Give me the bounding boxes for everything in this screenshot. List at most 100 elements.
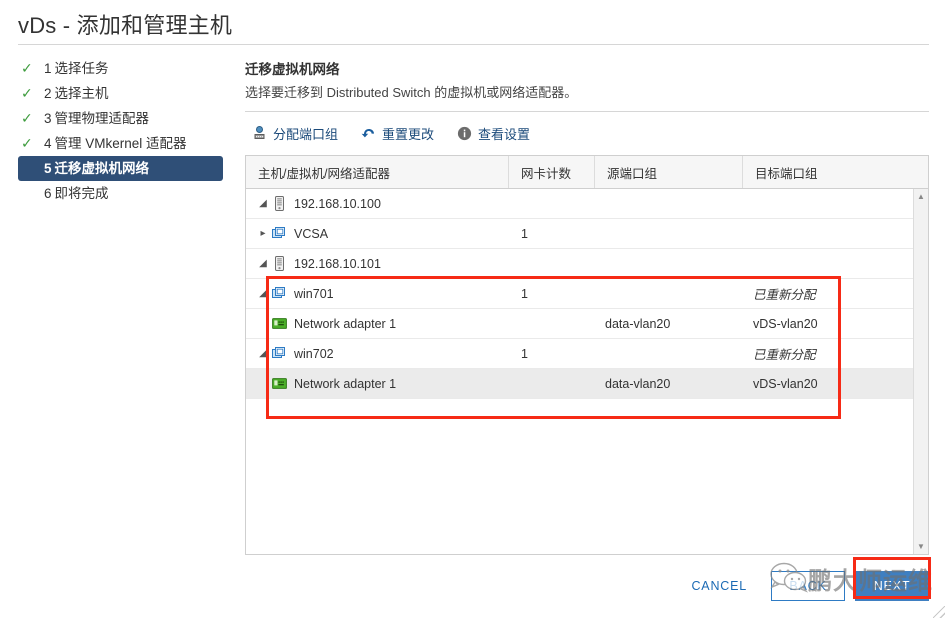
step-complete-check-icon: ✓ [21,135,33,151]
step-complete-check-icon: ✓ [21,85,33,101]
cell-target-port-group: vDS-vlan20 [753,316,818,331]
cell-name: 192.168.10.101 [246,249,509,278]
table-header: 主机/虚拟机/网络适配器 网卡计数 源端口组 目标端口组 [246,156,928,189]
step-label: 即将完成 [54,186,109,201]
step-number: 6 [44,186,52,201]
step-label: 选择主机 [54,86,109,101]
wizard-step-2[interactable]: ✓ 2 选择主机 [18,81,230,106]
resize-grip-icon [933,606,945,618]
wizard-step-5[interactable]: 5 迁移虚拟机网络 [18,156,223,181]
cell-nic-count [509,249,595,278]
cell-nic-count [509,369,595,398]
undo-icon [360,125,377,142]
view-settings-button[interactable]: 查看设置 [456,124,530,143]
title-divider [18,44,929,45]
cell-name: win702 [246,339,509,368]
table-row[interactable]: 192.168.10.100 [246,189,928,219]
row-label: VCSA [294,226,329,241]
host-icon [270,196,288,212]
table-row[interactable]: win701 1 已重新分配 [246,279,928,309]
view-settings-label: 查看设置 [478,126,531,142]
wizard-steps: ✓ 1 选择任务 ✓ 2 选择主机 ✓ 3 管理物理适配器 ✓ 4 管理 VMkernel 适配器 5 迁… [18,56,230,206]
row-label: win702 [294,346,334,361]
cell-source-port-group: data-vlan20 [605,376,671,391]
chevron-down-icon[interactable] [256,258,270,269]
back-button[interactable]: BACK [771,571,845,601]
wizard-step-6[interactable]: 6 即将完成 [18,181,230,206]
cell-target-port-group [743,249,928,278]
step-number: 4 [44,136,52,151]
content-divider [245,111,929,112]
vm-icon [270,286,288,302]
step-complete-check-icon: ✓ [21,110,33,126]
scrollbar-thumb[interactable] [916,206,926,536]
table-row[interactable]: VCSA 1 [246,219,928,249]
cell-nic-count: 1 [521,286,528,301]
step-number: 2 [44,86,52,101]
table-column-header-3[interactable]: 目标端口组 [743,156,928,188]
main-content: 迁移虚拟机网络 选择要迁移到 Distributed Switch 的虚拟机或网… [245,58,929,555]
cell-name: Network adapter 1 [246,309,509,338]
cancel-button[interactable]: CANCEL [677,571,761,601]
cell-target-port-group [743,219,928,248]
cell-nic-count: 1 [521,346,528,361]
wizard-step-4[interactable]: ✓ 4 管理 VMkernel 适配器 [18,131,230,156]
table-column-header-0[interactable]: 主机/虚拟机/网络适配器 [246,156,509,188]
cell-source-port-group [595,339,743,368]
chevron-right-icon[interactable] [256,228,270,239]
cell-source-port-group [595,279,743,308]
wizard-window: vDs - 添加和管理主机 ✓ 1 选择任务 ✓ 2 选择主机 ✓ 3 管理物理适配器 ✓ 4 管理 … [0,0,947,620]
content-heading: 迁移虚拟机网络 [245,62,340,77]
cell-name: Network adapter 1 [246,369,509,398]
nic-icon [270,316,288,332]
row-label: Network adapter 1 [294,316,397,331]
cell-source-port-group: data-vlan20 [605,316,671,331]
table-column-header-2[interactable]: 源端口组 [595,156,743,188]
migration-table: 主机/虚拟机/网络适配器网卡计数源端口组目标端口组 192.168.10.100… [245,155,929,555]
table-column-header-1[interactable]: 网卡计数 [509,156,595,188]
wizard-step-1[interactable]: ✓ 1 选择任务 [18,56,230,81]
chevron-down-icon[interactable] [256,348,270,359]
table-toolbar: 分配端口组 重置更改 查看设置 [251,120,929,146]
info-icon [456,125,473,142]
cell-name: 192.168.10.100 [246,189,509,218]
reset-changes-label: 重置更改 [382,126,435,142]
vertical-scrollbar[interactable]: ▲ ▼ [913,189,928,554]
chevron-down-icon[interactable] [256,198,270,209]
scroll-up-arrow-icon[interactable]: ▲ [914,189,928,204]
next-button[interactable]: NEXT [855,571,929,601]
chevron-down-icon[interactable] [256,288,270,299]
step-number: 5 [44,161,52,176]
step-number: 3 [44,111,52,126]
cell-nic-count [509,309,595,338]
row-label: Network adapter 1 [294,376,397,391]
vm-icon [270,226,288,242]
step-number: 1 [44,61,52,76]
cell-target-port-group: 已重新分配 [753,348,816,362]
table-row[interactable]: Network adapter 1 data-vlan20 vDS-vlan20 [246,309,928,339]
vm-icon [270,346,288,362]
cell-target-port-group: 已重新分配 [753,288,816,302]
content-subheading: 选择要迁移到 Distributed Switch 的虚拟机或网络适配器。 [245,85,578,100]
table-row[interactable]: 192.168.10.101 [246,249,928,279]
reset-changes-button[interactable]: 重置更改 [360,124,434,143]
cell-nic-count [509,189,595,218]
assign-port-group-button[interactable]: 分配端口组 [251,124,338,143]
cell-name: win701 [246,279,509,308]
host-icon [270,256,288,272]
cell-source-port-group [595,249,743,278]
row-label: 192.168.10.101 [294,256,381,271]
table-row[interactable]: win702 1 已重新分配 [246,339,928,369]
step-label: 管理物理适配器 [54,111,150,126]
cell-source-port-group [595,189,743,218]
step-label: 选择任务 [54,61,109,76]
scroll-down-arrow-icon[interactable]: ▼ [914,539,928,554]
cell-target-port-group: vDS-vlan20 [753,376,818,391]
assign-port-group-icon [251,125,268,142]
row-label: win701 [294,286,334,301]
table-row[interactable]: Network adapter 1 data-vlan20 vDS-vlan20 [246,369,928,399]
table-body: 192.168.10.100 VCSA 1 192.168.10.101 win701 1… [246,189,928,554]
assign-port-group-label: 分配端口组 [273,126,339,142]
step-label: 管理 VMkernel 适配器 [54,136,187,151]
wizard-step-3[interactable]: ✓ 3 管理物理适配器 [18,106,230,131]
